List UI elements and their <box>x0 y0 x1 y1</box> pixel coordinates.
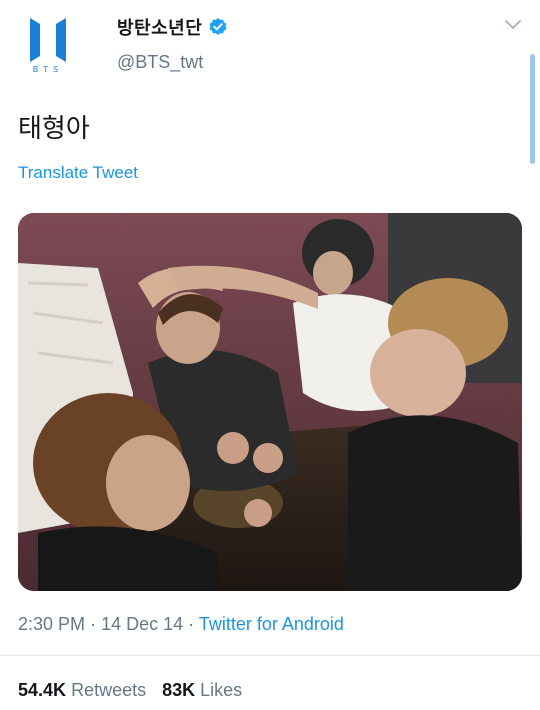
account-avatar[interactable]: BTS <box>18 12 78 74</box>
tweet-source-link[interactable]: Twitter for Android <box>199 614 344 634</box>
meta-separator: · <box>188 614 195 634</box>
verified-badge-icon <box>209 18 227 35</box>
tweet-photo[interactable] <box>18 213 522 591</box>
tweet-stats: 54.4K Retweets 83K Likes <box>18 680 242 701</box>
account-handle[interactable]: @BTS_twt <box>117 52 203 73</box>
tweet-card: BTS 방탄소년단 @BTS_twt 태형아 Translate Tweet 2… <box>0 0 540 710</box>
scrollbar[interactable] <box>530 54 535 164</box>
likes-label: Likes <box>200 680 243 700</box>
retweets-count: 54.4K <box>18 680 67 700</box>
tweet-time: 2:30 PM <box>18 614 86 634</box>
tweet-text: 태형아 <box>18 114 90 144</box>
display-name-row: 방탄소년단 <box>117 14 228 40</box>
retweets-stat[interactable]: 54.4K Retweets <box>18 680 146 700</box>
retweets-label: Retweets <box>71 680 147 700</box>
chevron-down-icon[interactable] <box>503 18 523 32</box>
display-name[interactable]: 방탄소년단 <box>117 14 202 40</box>
bts-logo-text: BTS <box>33 65 63 74</box>
tweet-date: 14 Dec 14 <box>101 614 184 634</box>
divider <box>0 655 540 656</box>
bts-logo-icon: BTS <box>30 18 66 74</box>
likes-count: 83K <box>162 680 196 700</box>
likes-stat[interactable]: 83K Likes <box>162 680 242 700</box>
translate-tweet-link[interactable]: Translate Tweet <box>18 163 138 183</box>
photo-illustration <box>18 213 522 591</box>
tweet-meta: 2:30 PM · 14 Dec 14 · Twitter for Androi… <box>18 614 344 635</box>
meta-separator: · <box>90 614 97 634</box>
